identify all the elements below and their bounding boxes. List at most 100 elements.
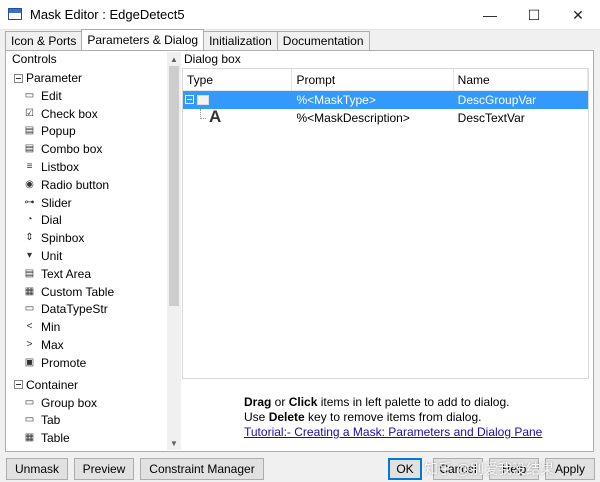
scrollbar-thumb[interactable] xyxy=(169,66,179,306)
tree-connector xyxy=(200,109,206,119)
dial-icon: ◔ xyxy=(26,214,33,226)
tab-documentation[interactable]: Documentation xyxy=(276,31,370,50)
palette-item-label: Slider xyxy=(41,195,72,210)
prompt-cell: %<MaskDescription> xyxy=(296,111,410,125)
collapse-icon[interactable] xyxy=(185,95,194,104)
palette-item-group-box[interactable]: ▭ Group box xyxy=(11,394,167,412)
tutorial-link[interactable]: Tutorial:- Creating a Mask: Parameters a… xyxy=(244,425,584,440)
parameter-group-label: Parameter xyxy=(26,71,83,85)
palette-item-min[interactable]: < Min xyxy=(11,318,167,336)
palette-item-label: Max xyxy=(41,338,64,353)
min-icon: < xyxy=(26,321,33,333)
container-group-label: Container xyxy=(26,377,79,392)
title-bar: Mask Editor : EdgeDetect5 — ☐ ✕ xyxy=(0,0,600,30)
palette-item-label: Popup xyxy=(41,124,76,139)
type-cell xyxy=(183,91,292,109)
tab-icon-ports[interactable]: Icon & Ports xyxy=(5,31,83,50)
constraint-manager-button[interactable]: Constraint Manager xyxy=(140,458,264,480)
table-header: Type Prompt Name xyxy=(183,69,589,91)
palette-item-slider[interactable]: ⊶ Slider xyxy=(11,194,167,212)
collapse-icon[interactable] xyxy=(14,380,23,390)
tab-icon: ▭ xyxy=(24,414,35,426)
palette-item-max[interactable]: > Max xyxy=(11,336,167,354)
spinbox-icon: ⇕ xyxy=(25,232,34,244)
palette-item-unit[interactable]: ▾ Unit xyxy=(11,247,167,265)
preview-button[interactable]: Preview xyxy=(74,458,134,480)
column-header-prompt[interactable]: Prompt xyxy=(292,69,454,90)
palette-item-spinbox[interactable]: ⇕ Spinbox xyxy=(11,229,167,247)
checkbox-icon: ☑ xyxy=(25,107,34,119)
palette-item-label: Promote xyxy=(41,355,87,370)
table-row[interactable]: A %<MaskDescription> DescTextVar xyxy=(183,107,588,127)
dialog-box-header: Dialog box xyxy=(184,52,241,66)
palette-item-label: Check box xyxy=(41,106,98,121)
palette-item-label: Group box xyxy=(41,395,98,410)
prompt-cell: %<MaskType> xyxy=(296,93,376,107)
palette-item-combo-box[interactable]: ▤ Combo box xyxy=(11,140,167,158)
type-cell: A xyxy=(183,107,292,127)
palette-item-text-area[interactable]: ▤ Text Area xyxy=(11,265,167,283)
promote-icon: ▣ xyxy=(24,356,35,368)
edit-icon: ▭ xyxy=(24,89,35,101)
palette-item-label: Min xyxy=(41,320,61,335)
parameter-group-node[interactable]: Parameter xyxy=(11,69,167,87)
dialog-items-table: Type Prompt Name %<MaskType> DescGroupVa… xyxy=(182,68,589,379)
minimize-button[interactable]: — xyxy=(468,0,512,30)
palette-item-custom-table[interactable]: ▦ Custom Table xyxy=(11,283,167,301)
cancel-button[interactable]: Cancel xyxy=(433,458,483,480)
palette-item-table[interactable]: ▦ Table xyxy=(11,429,167,447)
group-box-icon xyxy=(197,95,209,105)
palette-item-radio-button[interactable]: ◉ Radio button xyxy=(11,176,167,194)
name-cell: DescGroupVar xyxy=(457,93,537,107)
combobox-icon: ▤ xyxy=(24,143,35,155)
container-group-node[interactable]: Container xyxy=(11,376,167,394)
palette-item-edit[interactable]: ▭ Edit xyxy=(11,87,167,105)
controls-palette: Parameter ▭ Edit ☑ Check box ▤ Popup ▤ Combo bo… xyxy=(11,67,167,451)
palette-item-label: Listbox xyxy=(41,160,80,175)
scroll-up-arrow-icon[interactable]: ▲ xyxy=(167,52,181,66)
window-title: Mask Editor : EdgeDetect5 xyxy=(30,7,185,22)
controls-header: Controls xyxy=(12,52,57,66)
collapse-icon[interactable] xyxy=(14,73,23,83)
palette-item-label: Tab xyxy=(41,413,61,428)
palette-item-label: Custom Table xyxy=(41,284,115,299)
close-button[interactable]: ✕ xyxy=(556,0,600,30)
slider-icon: ⊶ xyxy=(24,196,35,208)
palette-item-promote[interactable]: ▣ Promote xyxy=(11,354,167,372)
tab-parameters-dialog[interactable]: Parameters & Dialog xyxy=(81,29,205,50)
listbox-icon: ≡ xyxy=(26,161,33,173)
palette-item-tab[interactable]: ▭ Tab xyxy=(11,412,167,430)
palette-item-label: Edit xyxy=(41,88,62,103)
help-button[interactable]: Help xyxy=(489,458,539,480)
help-line-drag: Drag or Click items in left palette to a… xyxy=(244,395,510,409)
max-icon: > xyxy=(26,339,33,351)
controls-scrollbar[interactable]: ▲ ▼ xyxy=(167,52,181,450)
palette-item-datatypestr[interactable]: ▭ DataTypeStr xyxy=(11,301,167,319)
table-row[interactable]: %<MaskType> DescGroupVar xyxy=(183,91,588,109)
apply-button[interactable]: Apply xyxy=(545,458,595,480)
palette-item-label: Dial xyxy=(41,213,62,228)
popup-icon: ▤ xyxy=(24,125,35,137)
palette-item-check-box[interactable]: ☑ Check box xyxy=(11,105,167,123)
scroll-down-arrow-icon[interactable]: ▼ xyxy=(167,436,181,450)
column-header-name[interactable]: Name xyxy=(454,69,589,90)
unit-icon: ▾ xyxy=(26,250,33,262)
unmask-button[interactable]: Unmask xyxy=(6,458,68,480)
button-bar: Unmask Preview Constraint Manager OK Can… xyxy=(0,452,600,482)
palette-item-label: Text Area xyxy=(41,266,92,281)
palette-item-listbox[interactable]: ≡ Listbox xyxy=(11,158,167,176)
palette-item-label: DataTypeStr xyxy=(41,302,108,317)
parameters-dialog-panel: Controls Parameter ▭ Edit ☑ Check box ▤ Popup… xyxy=(5,50,594,452)
palette-item-label: Spinbox xyxy=(41,231,85,246)
tab-strip: Icon & Ports Parameters & Dialog Initial… xyxy=(5,29,370,51)
text-type-icon: A xyxy=(209,107,222,126)
tab-initialization[interactable]: Initialization xyxy=(203,31,278,50)
palette-item-dial[interactable]: ◔ Dial xyxy=(11,212,167,230)
ok-button[interactable]: OK xyxy=(388,458,422,480)
datatypestr-icon: ▭ xyxy=(24,303,35,315)
radio-button-icon: ◉ xyxy=(25,178,34,190)
maximize-button[interactable]: ☐ xyxy=(512,0,556,30)
column-header-type[interactable]: Type xyxy=(183,69,293,90)
palette-item-popup[interactable]: ▤ Popup xyxy=(11,123,167,141)
group-box-icon: ▭ xyxy=(24,396,35,408)
